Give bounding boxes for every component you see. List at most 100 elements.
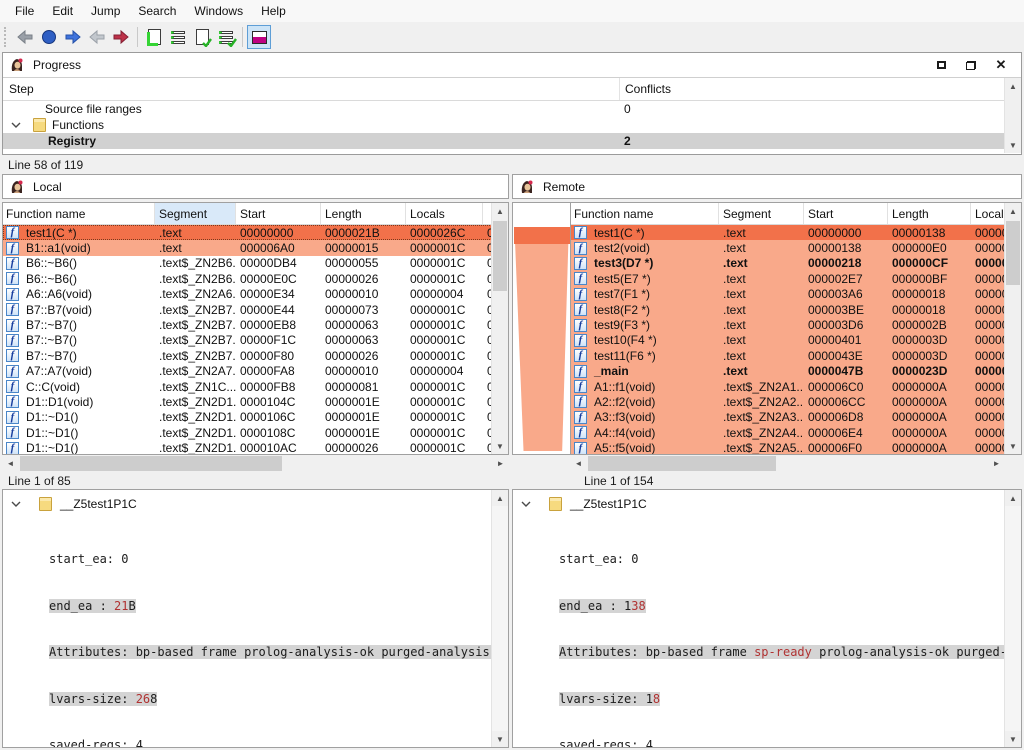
progress-titlebar[interactable]: Progress ✕ — [3, 53, 1021, 78]
cell-length: 00000026 — [321, 440, 406, 454]
chevron-down-icon[interactable] — [11, 122, 21, 128]
table-row[interactable]: fB7::~B7() .text$_ZN2B7... 00000EB8 0000… — [3, 317, 508, 332]
local-vertical-scrollbar[interactable]: ▲ ▼ — [491, 203, 508, 454]
scroll-up-icon[interactable]: ▲ — [492, 203, 508, 219]
column-header-segment[interactable]: Segment — [719, 203, 804, 224]
table-row[interactable]: fA1::f1(void) .text$_ZN2A1... 000006C0 0… — [571, 379, 1021, 394]
column-header-function-name[interactable]: Function name — [3, 203, 155, 224]
scroll-up-icon[interactable]: ▲ — [1005, 490, 1021, 506]
table-row[interactable]: ftest8(F2 *) .text 000003BE 00000018 000… — [571, 302, 1021, 317]
table-row[interactable]: fA5::f5(void) .text$_ZN2A5... 000006F0 0… — [571, 440, 1021, 454]
table-row[interactable]: fD1::~D1() .text$_ZN2D1... 0000108C 0000… — [3, 425, 508, 440]
table-row[interactable]: fA4::f4(void) .text$_ZN2A4... 000006E4 0… — [571, 425, 1021, 440]
tree-node[interactable]: __Z5test1P1C — [513, 495, 647, 513]
console-window-icon[interactable] — [247, 25, 271, 49]
cell-locals: 0000001C — [406, 317, 483, 332]
export-document-icon[interactable] — [142, 25, 166, 49]
export-list-icon[interactable] — [166, 25, 190, 49]
scroll-up-icon[interactable]: ▲ — [492, 490, 508, 506]
scrollbar-thumb[interactable] — [20, 456, 282, 471]
scroll-down-icon[interactable]: ▼ — [1005, 438, 1021, 454]
table-row[interactable]: fA7::A7(void) .text$_ZN2A7... 00000FA8 0… — [3, 364, 508, 379]
column-header-start[interactable]: Start — [804, 203, 888, 224]
table-row[interactable]: f_main .text 0000047B 0000023D 00000 — [571, 364, 1021, 379]
maximize-icon[interactable] — [933, 57, 949, 73]
document-check-icon[interactable] — [190, 25, 214, 49]
toolbar-grip[interactable] — [4, 27, 9, 47]
table-row[interactable]: ftest9(F3 *) .text 000003D6 0000002B 000… — [571, 317, 1021, 332]
menu-item[interactable]: Help — [252, 2, 295, 20]
table-row[interactable]: fB1::a1(void) .text 000006A0 00000015 00… — [3, 240, 508, 255]
scroll-down-icon[interactable]: ▼ — [1005, 137, 1021, 153]
close-icon[interactable]: ✕ — [993, 57, 1009, 73]
progress-row-functions[interactable]: Functions — [3, 117, 1021, 133]
remote-vertical-scrollbar[interactable]: ▲ ▼ — [1004, 203, 1021, 454]
scrollbar-thumb[interactable] — [1006, 221, 1020, 285]
menu-item[interactable]: Search — [129, 2, 185, 20]
remote-detail-scrollbar[interactable]: ▲ ▼ — [1004, 490, 1021, 747]
table-row[interactable]: ftest2(void) .text 00000138 000000E0 000… — [571, 240, 1021, 255]
table-row[interactable]: ftest3(D7 *) .text 00000218 000000CF 000… — [571, 256, 1021, 271]
column-header-locals[interactable]: Locals — [406, 203, 483, 224]
column-header-segment[interactable]: Segment — [155, 203, 236, 224]
remote-horizontal-scrollbar[interactable]: ◄ ► — [570, 455, 1005, 472]
scroll-left-icon[interactable]: ◄ — [570, 455, 587, 472]
local-titlebar[interactable]: Local — [2, 174, 509, 199]
table-row[interactable]: fA2::f2(void) .text$_ZN2A2... 000006CC 0… — [571, 394, 1021, 409]
table-row[interactable]: fD1::D1(void) .text$_ZN2D1... 0000104C 0… — [3, 394, 508, 409]
scroll-up-icon[interactable]: ▲ — [1005, 78, 1021, 94]
column-header-start[interactable]: Start — [236, 203, 321, 224]
table-row[interactable]: fB7::~B7() .text$_ZN2B7... 00000F80 0000… — [3, 348, 508, 363]
scroll-down-icon[interactable]: ▼ — [1005, 731, 1021, 747]
column-header-length[interactable]: Length — [888, 203, 971, 224]
table-row[interactable]: fD1::~D1() .text$_ZN2D1... 0000106C 0000… — [3, 410, 508, 425]
progress-vertical-scrollbar[interactable]: ▲ ▼ — [1004, 78, 1021, 153]
table-row[interactable]: fB7::B7(void) .text$_ZN2B7... 00000E44 0… — [3, 302, 508, 317]
progress-row-source-file-ranges[interactable]: Source file ranges 0 — [3, 101, 1021, 117]
chevron-down-icon[interactable] — [11, 501, 21, 507]
scrollbar-thumb[interactable] — [588, 456, 776, 471]
tree-node[interactable]: __Z5test1P1C — [3, 495, 137, 513]
table-row[interactable]: ftest1(C *) .text 00000000 0000021B 0000… — [3, 225, 508, 240]
column-header-conflicts[interactable]: Conflicts — [619, 78, 1021, 100]
menu-item[interactable]: Windows — [185, 2, 252, 20]
table-row[interactable]: fA3::f3(void) .text$_ZN2A3... 000006D8 0… — [571, 410, 1021, 425]
table-row[interactable]: ftest10(F4 *) .text 00000401 0000003D 00… — [571, 333, 1021, 348]
scroll-up-icon[interactable]: ▲ — [1005, 203, 1021, 219]
menu-item[interactable]: Jump — [82, 2, 129, 20]
list-check-icon[interactable] — [214, 25, 238, 49]
scroll-down-icon[interactable]: ▼ — [492, 438, 508, 454]
scroll-right-icon[interactable]: ► — [492, 455, 509, 472]
scroll-left-icon[interactable]: ◄ — [2, 455, 19, 472]
cell-function-name: test10(F4 *) — [594, 333, 657, 347]
local-horizontal-scrollbar[interactable]: ◄ ► — [2, 455, 509, 472]
chevron-down-icon[interactable] — [521, 501, 531, 507]
back-arrow-gray-icon[interactable] — [13, 25, 37, 49]
progress-row-registry-selected[interactable]: Registry 2 — [3, 133, 1021, 149]
scroll-right-icon[interactable]: ► — [988, 455, 1005, 472]
table-row[interactable]: fB7::~B7() .text$_ZN2B7... 00000F1C 0000… — [3, 333, 508, 348]
table-row[interactable]: ftest1(C *) .text 00000000 00000138 0000… — [571, 225, 1021, 240]
scrollbar-thumb[interactable] — [493, 221, 507, 291]
stop-circle-blue-icon[interactable] — [37, 25, 61, 49]
table-row[interactable]: ftest5(E7 *) .text 000002E7 000000BF 000… — [571, 271, 1021, 286]
forward-arrow-blue-icon[interactable] — [61, 25, 85, 49]
table-row[interactable]: ftest11(F6 *) .text 0000043E 0000003D 00… — [571, 348, 1021, 363]
table-row[interactable]: ftest7(F1 *) .text 000003A6 00000018 000… — [571, 287, 1021, 302]
table-row[interactable]: fD1::~D1() .text$_ZN2D1... 000010AC 0000… — [3, 440, 508, 454]
column-header-function-name[interactable]: Function name — [571, 203, 719, 224]
menu-item[interactable]: File — [6, 2, 43, 20]
table-row[interactable]: fB6::~B6() .text$_ZN2B6... 00000DB4 0000… — [3, 256, 508, 271]
back-arrow-light-gray-icon[interactable] — [85, 25, 109, 49]
local-detail-scrollbar[interactable]: ▲ ▼ — [491, 490, 508, 747]
column-header-length[interactable]: Length — [321, 203, 406, 224]
menu-item[interactable]: Edit — [43, 2, 82, 20]
remote-titlebar[interactable]: Remote — [512, 174, 1022, 199]
forward-arrow-red-icon[interactable] — [109, 25, 133, 49]
column-header-step[interactable]: Step — [3, 78, 619, 100]
scroll-down-icon[interactable]: ▼ — [492, 731, 508, 747]
restore-icon[interactable] — [963, 57, 979, 73]
table-row[interactable]: fC::C(void) .text$_ZN1C... 00000FB8 0000… — [3, 379, 508, 394]
table-row[interactable]: fB6::~B6() .text$_ZN2B6... 00000E0C 0000… — [3, 271, 508, 286]
table-row[interactable]: fA6::A6(void) .text$_ZN2A6... 00000E34 0… — [3, 287, 508, 302]
